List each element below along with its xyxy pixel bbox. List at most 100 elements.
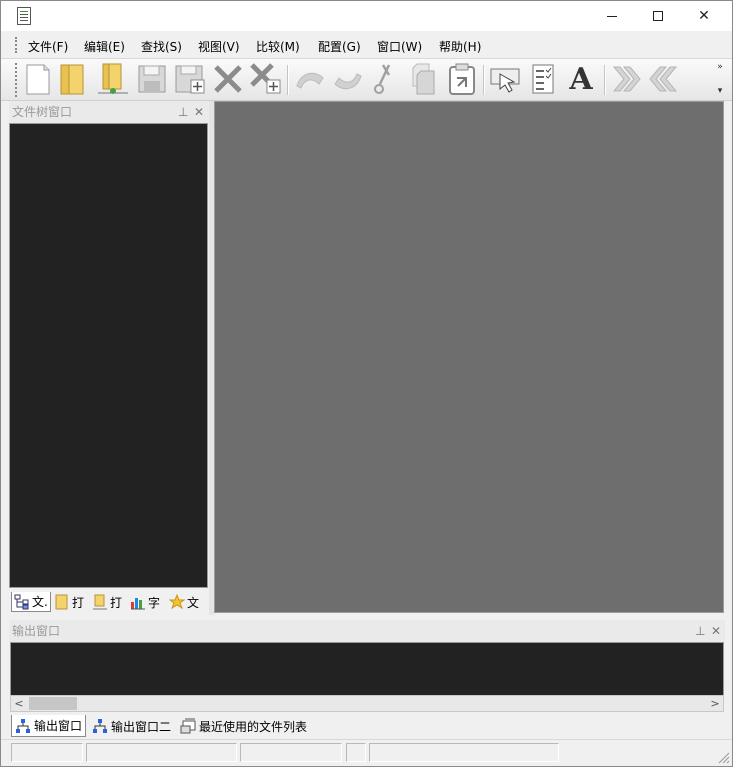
maximize-icon bbox=[653, 11, 663, 21]
save-button[interactable] bbox=[135, 62, 169, 96]
open-folder-icon bbox=[98, 63, 128, 94]
close-all-icon bbox=[250, 63, 281, 94]
close-icon: ✕ bbox=[698, 8, 710, 24]
main-toolbar: A » ▾ bbox=[1, 59, 732, 101]
output-panel-title[interactable]: 输出窗口 ⊥ ✕ bbox=[9, 620, 725, 642]
maximize-button[interactable] bbox=[635, 1, 681, 31]
status-pane-2 bbox=[86, 743, 237, 762]
redo-icon bbox=[334, 73, 362, 90]
menubar-grip[interactable] bbox=[15, 37, 18, 53]
menu-find[interactable]: 查找(S) bbox=[141, 38, 182, 55]
status-pane-4 bbox=[346, 743, 366, 762]
panel-close-icon[interactable]: ✕ bbox=[711, 620, 721, 642]
menu-file[interactable]: 文件(F) bbox=[28, 38, 68, 55]
list-button[interactable] bbox=[526, 62, 560, 96]
tab-recent-files[interactable]: 最近使用的文件列表 bbox=[177, 715, 310, 737]
menu-bar: 文件(F) 编辑(E) 查找(S) 视图(V) 比较(M) 配置(G) 窗口(W… bbox=[1, 31, 732, 59]
menu-edit[interactable]: 编辑(E) bbox=[84, 38, 125, 55]
file-tree-panel-title[interactable]: 文件树窗口 ⊥ ✕ bbox=[9, 101, 209, 123]
tab-charset[interactable]: 字 bbox=[130, 592, 160, 612]
tab-label: 文. bbox=[32, 595, 48, 609]
tab-open-folders[interactable]: 打 bbox=[92, 592, 122, 612]
minimize-icon bbox=[607, 15, 617, 17]
output-title-text: 输出窗口 bbox=[12, 624, 61, 638]
status-pane-5 bbox=[369, 743, 559, 762]
network-icon bbox=[93, 719, 107, 733]
select-icon bbox=[490, 68, 520, 93]
chart-icon bbox=[131, 598, 145, 610]
paste-button[interactable] bbox=[445, 62, 479, 96]
tab-label: 字 bbox=[148, 595, 161, 610]
close-window-button[interactable]: ✕ bbox=[681, 1, 727, 31]
menu-view[interactable]: 视图(V) bbox=[198, 38, 240, 55]
undo-icon bbox=[296, 72, 324, 89]
tab-favorites[interactable]: 文 bbox=[169, 592, 199, 612]
save-all-button[interactable] bbox=[173, 62, 207, 96]
output-tabs: 输出窗口 输出窗口二 最近使用的文件列表 bbox=[9, 714, 725, 738]
close-all-button[interactable] bbox=[249, 62, 283, 96]
close-icon bbox=[214, 65, 242, 93]
next-button[interactable] bbox=[609, 62, 643, 96]
status-bar bbox=[1, 739, 732, 766]
toolbar-grip[interactable] bbox=[15, 63, 18, 97]
minimize-button[interactable] bbox=[589, 1, 635, 31]
notepad-document-icon[interactable] bbox=[17, 7, 31, 25]
toolbar-separator bbox=[483, 65, 484, 95]
cut-icon bbox=[374, 64, 391, 94]
resize-grip-icon[interactable] bbox=[716, 750, 730, 764]
network-icon bbox=[16, 718, 30, 733]
toolbar-separator bbox=[604, 65, 605, 95]
recent-files-icon bbox=[180, 718, 196, 734]
toolbar-separator bbox=[287, 65, 288, 95]
tab-output-1[interactable]: 输出窗口 bbox=[11, 715, 87, 737]
tab-label: 最近使用的文件列表 bbox=[199, 719, 308, 734]
output-view[interactable] bbox=[10, 642, 724, 695]
title-bar[interactable]: ✕ bbox=[1, 1, 732, 31]
scroll-left-icon[interactable]: < bbox=[11, 696, 27, 711]
app-window: ✕ 文件(F) 编辑(E) 查找(S) 视图(V) 比较(M) 配置(G) 窗口… bbox=[0, 0, 733, 767]
panel-close-icon[interactable]: ✕ bbox=[194, 101, 204, 123]
cut-button[interactable] bbox=[369, 62, 403, 96]
previous-icon bbox=[649, 66, 678, 92]
pin-icon[interactable]: ⊥ bbox=[695, 620, 705, 642]
status-pane-3 bbox=[240, 743, 342, 762]
open-folder-button[interactable] bbox=[96, 62, 130, 96]
menu-window[interactable]: 窗口(W) bbox=[377, 38, 422, 55]
copy-icon bbox=[412, 63, 435, 95]
font-icon: A bbox=[569, 61, 593, 97]
close-file-button[interactable] bbox=[211, 62, 245, 96]
scroll-right-icon[interactable]: > bbox=[707, 696, 723, 711]
select-button[interactable] bbox=[488, 62, 522, 96]
undo-button[interactable] bbox=[293, 62, 327, 96]
tab-file-tree[interactable]: 文. bbox=[11, 592, 51, 612]
tab-open-files[interactable]: 打 bbox=[54, 592, 84, 612]
star-icon bbox=[169, 594, 185, 610]
editor-area[interactable] bbox=[214, 101, 724, 613]
pin-icon[interactable]: ⊥ bbox=[178, 101, 188, 123]
tab-label: 文 bbox=[187, 595, 200, 610]
list-icon bbox=[532, 64, 554, 94]
menu-config[interactable]: 配置(G) bbox=[318, 38, 361, 55]
copy-button[interactable] bbox=[407, 62, 441, 96]
redo-button[interactable] bbox=[331, 62, 365, 96]
status-pane-1 bbox=[11, 743, 83, 762]
new-file-icon bbox=[26, 64, 50, 95]
new-file-button[interactable] bbox=[21, 62, 55, 96]
open-folder-icon bbox=[93, 594, 107, 610]
tree-icon bbox=[14, 594, 29, 609]
menu-compare[interactable]: 比较(M) bbox=[256, 38, 300, 55]
open-file-button[interactable] bbox=[56, 62, 90, 96]
tab-output-2[interactable]: 输出窗口二 bbox=[89, 715, 174, 737]
menu-help[interactable]: 帮助(H) bbox=[439, 38, 481, 55]
previous-button[interactable] bbox=[647, 62, 681, 96]
font-button[interactable]: A bbox=[564, 61, 598, 97]
horizontal-scrollbar[interactable]: < > bbox=[10, 695, 724, 712]
scroll-thumb[interactable] bbox=[29, 697, 77, 710]
tab-label: 打 bbox=[110, 595, 123, 610]
overflow-dropdown-icon: ▾ bbox=[717, 86, 723, 96]
file-tree-view[interactable] bbox=[9, 123, 208, 588]
file-tree-tabs: 文. 打 打 字 文 bbox=[9, 589, 209, 615]
tab-label: 输出窗口 bbox=[34, 719, 83, 733]
next-icon bbox=[612, 66, 641, 92]
toolbar-overflow-button[interactable]: » ▾ bbox=[713, 61, 727, 99]
